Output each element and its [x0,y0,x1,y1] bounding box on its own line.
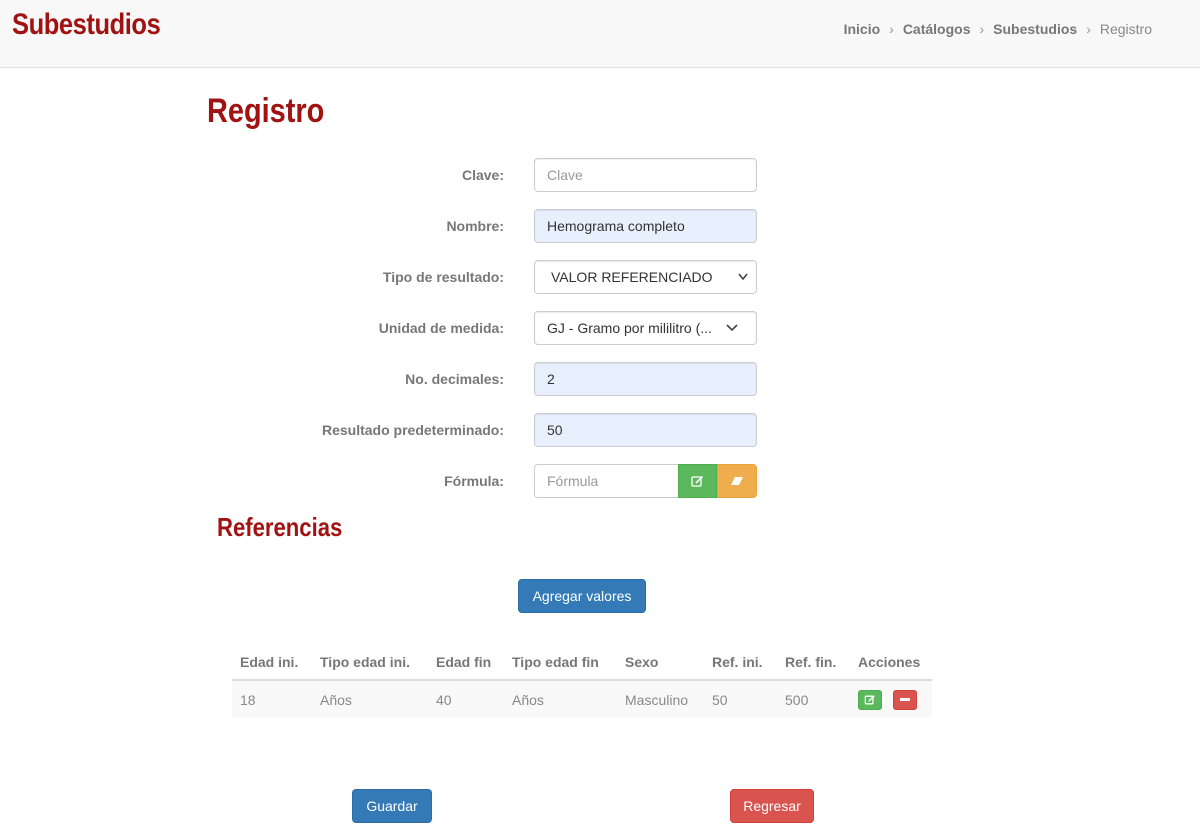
column-header-acciones: Acciones [850,644,932,681]
resultado-predeterminado-label: Resultado predeterminado: [321,422,504,438]
breadcrumb-separator: › [1086,21,1091,37]
breadcrumb-inicio[interactable]: Inicio [844,21,881,37]
column-header-sexo: Sexo [617,644,704,681]
edit-row-button[interactable] [858,689,882,710]
decimales-input[interactable]: 2 [534,362,757,396]
chevron-down-icon [738,261,748,293]
save-button[interactable]: Guardar [352,789,432,823]
breadcrumb-registro: Registro [1099,21,1152,37]
nombre-input[interactable]: Hemograma completo [534,209,757,243]
brand-title[interactable]: Subestudios [12,8,161,42]
form-row-tipo-resultado: Tipo de resultado: VALOR REFERENCIADO [0,260,1200,294]
cell-ref-fin: 500 [777,680,850,718]
form-row-resultado-predeterminado: Resultado predeterminado: 50 [0,413,1200,447]
breadcrumb-subestudios[interactable]: Subestudios [993,21,1077,37]
column-header-ref-fin: Ref. fin. [777,644,850,681]
tipo-resultado-select[interactable]: VALOR REFERENCIADO [534,260,757,294]
column-header-edad-ini: Edad ini. [232,644,312,681]
resultado-predeterminado-input[interactable]: 50 [534,413,757,447]
unidad-medida-value: GJ - Gramo por mililitro (... [547,320,712,336]
referencias-table: Edad ini. Tipo edad ini. Edad fin Tipo e… [232,644,932,718]
chevron-down-icon [726,312,738,344]
formula-input[interactable]: Fórmula [534,464,678,498]
form-row-unidad-medida: Unidad de medida: GJ - Gramo por mililit… [0,311,1200,345]
referencias-title: Referencias [217,512,343,542]
cell-edad-fin: 40 [428,680,504,718]
delete-row-button[interactable] [892,689,917,710]
tipo-resultado-value: VALOR REFERENCIADO [551,269,713,285]
edit-formula-button[interactable] [678,464,717,498]
cell-tipo-edad-ini: Años [312,680,428,718]
column-header-edad-fin: Edad fin [428,644,504,681]
unidad-medida-label: Unidad de medida: [378,320,504,336]
decimales-label: No. decimales: [405,371,504,387]
form-row-formula: Fórmula: Fórmula [0,464,1200,498]
breadcrumb-catalogos[interactable]: Catálogos [903,21,971,37]
page-title: Registro [207,92,325,130]
breadcrumb: Inicio › Catálogos › Subestudios › Regis… [844,21,1152,37]
form-row-decimales: No. decimales: 2 [0,362,1200,396]
edit-icon [691,475,704,487]
form-row-nombre: Nombre: Hemograma completo [0,209,1200,243]
form-row-clave: Clave: Clave [0,158,1200,192]
column-header-ref-ini: Ref. ini. [704,644,777,681]
top-navbar: Subestudios Inicio › Catálogos › Subestu… [0,0,1200,68]
column-header-tipo-edad-ini: Tipo edad ini. [312,644,428,681]
breadcrumb-separator: › [979,21,985,37]
table-row: 18 Años 40 Años Masculino 50 500 [232,680,932,718]
cell-tipo-edad-fin: Años [504,680,617,718]
add-values-button[interactable]: Agregar valores [518,579,646,613]
cell-edad-ini: 18 [232,680,312,718]
breadcrumb-separator: › [889,21,894,37]
cell-acciones [850,680,932,718]
column-header-tipo-edad-fin: Tipo edad fin [504,644,617,681]
cell-sexo: Masculino [617,680,704,718]
minus-icon [899,697,910,701]
tipo-resultado-label: Tipo de resultado: [382,269,504,285]
clear-formula-button[interactable] [717,464,757,498]
back-button[interactable]: Regresar [730,789,814,823]
clave-input[interactable]: Clave [534,158,757,192]
unidad-medida-select[interactable]: GJ - Gramo por mililitro (... [534,311,757,345]
formula-label: Fórmula: [444,473,504,489]
clave-label: Clave: [461,167,504,183]
nombre-label: Nombre: [446,218,504,234]
eraser-icon [731,477,743,485]
edit-icon [864,694,875,704]
table-header-row: Edad ini. Tipo edad ini. Edad fin Tipo e… [232,644,932,681]
cell-ref-ini: 50 [704,680,777,718]
